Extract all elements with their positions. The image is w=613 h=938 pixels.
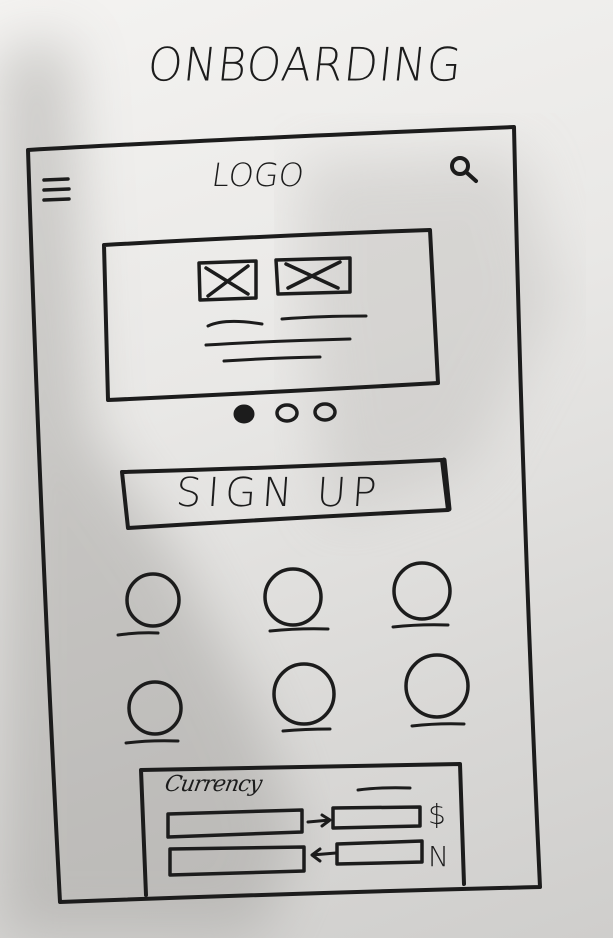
grid-item[interactable]: [391, 561, 452, 629]
currency-input-to[interactable]: [166, 843, 308, 879]
grid-item[interactable]: [116, 572, 181, 637]
currency-output-naira[interactable]: [334, 838, 426, 868]
grid-item[interactable]: [272, 662, 336, 733]
currency-label: Currency: [162, 772, 264, 797]
grid-item[interactable]: [404, 653, 470, 728]
grid-item[interactable]: [263, 567, 330, 633]
option-grid: [116, 561, 470, 745]
currency-input-from[interactable]: [164, 808, 306, 840]
currency-output-dollar[interactable]: [330, 804, 424, 832]
naira-symbol: N: [428, 840, 449, 873]
grid-item[interactable]: [124, 680, 183, 745]
dollar-symbol: $: [428, 798, 446, 831]
